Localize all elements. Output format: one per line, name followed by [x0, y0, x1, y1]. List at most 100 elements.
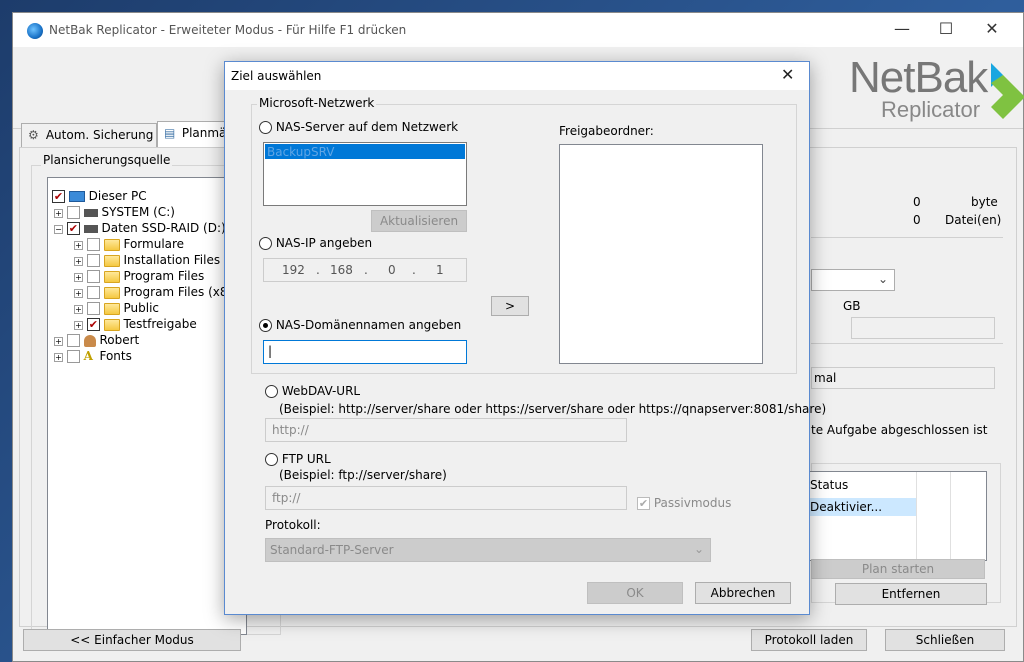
computer-icon [68, 191, 85, 202]
tree-item-testfreigabe[interactable]: + ✔ Testfreigabe [74, 316, 197, 332]
folder-icon [103, 238, 120, 251]
tree-item-program-files-x86[interactable]: + Program Files (x86 [74, 284, 235, 300]
expand-icon[interactable]: + [54, 209, 63, 218]
collapse-icon[interactable]: − [54, 225, 63, 234]
tree-item-program-files[interactable]: + Program Files [74, 268, 204, 284]
source-tree[interactable]: ✔ Dieser PC + SYSTEM (C:) − ✔ Daten SSD-… [47, 177, 247, 635]
simple-mode-button[interactable]: << Einfacher Modus [23, 629, 241, 651]
checkbox[interactable] [66, 334, 80, 347]
shared-folder-icon [103, 318, 120, 331]
expand-icon[interactable]: + [74, 289, 83, 298]
remove-button[interactable]: Entfernen [835, 583, 987, 605]
webdav-example: (Beispiel: http://server/share oder http… [279, 402, 827, 416]
protocol-dropdown[interactable]: Standard-FTP-Server ⌄ [265, 538, 711, 562]
tree-item-robert[interactable]: + Robert [54, 332, 139, 348]
checkbox[interactable]: ✔ [52, 190, 65, 203]
tab-auto-backup[interactable]: ⚙ Autom. Sicherung [21, 123, 157, 147]
radio-webdav[interactable]: WebDAV-URL [265, 384, 360, 398]
shared-folder-icon [103, 302, 120, 315]
minimize-icon[interactable]: — [879, 13, 925, 47]
expand-icon[interactable]: + [74, 273, 83, 282]
add-arrow-button[interactable]: > [491, 296, 529, 316]
share-folder-list[interactable] [559, 144, 763, 364]
tree-item-installation-files[interactable]: + Installation Files a [74, 252, 231, 268]
app-icon [27, 23, 43, 39]
calendar-icon: ▤ [164, 126, 176, 140]
load-log-button[interactable]: Protokoll laden [751, 629, 867, 651]
dialog-title-bar[interactable]: Ziel auswählen ✕ [225, 62, 809, 90]
user-icon [83, 334, 96, 347]
title-bar[interactable]: NetBak Replicator - Erweiteter Modus - F… [13, 13, 1023, 47]
radio-button[interactable] [259, 237, 272, 250]
checkbox[interactable] [86, 302, 100, 315]
expand-icon[interactable]: + [74, 257, 83, 266]
files-unit: Datei(en) [945, 213, 1002, 227]
checkbox[interactable]: ✔ [86, 318, 100, 331]
close-icon[interactable]: ✕ [781, 65, 794, 84]
table-row[interactable]: Deaktivier... [810, 498, 916, 516]
completion-text: te Aufgabe abgeschlossen ist [811, 423, 988, 437]
tree-item-system-c[interactable]: + SYSTEM (C:) [54, 204, 175, 220]
ip-address-field[interactable]: 192 . 168 . 0 . 1 [263, 258, 467, 282]
radio-button[interactable] [259, 121, 272, 134]
checkbox[interactable] [66, 206, 80, 219]
expand-icon[interactable]: + [74, 321, 83, 330]
ok-button[interactable]: OK [587, 582, 683, 604]
webdav-url-input[interactable]: http:// [265, 418, 627, 442]
select-destination-dialog: Ziel auswählen ✕ Microsoft-Netzwerk NAS-… [224, 61, 826, 615]
tree-item-this-pc[interactable]: ✔ Dieser PC [52, 188, 147, 204]
target-dropdown[interactable]: ⌄ [811, 269, 895, 291]
radio-nas-domain[interactable]: NAS-Domänennamen angeben [259, 318, 461, 332]
refresh-button[interactable]: Aktualisieren [371, 210, 467, 232]
list-item-selected[interactable]: BackupSRV [265, 144, 465, 159]
tree-item-public[interactable]: + Public [74, 300, 159, 316]
logo-replicator: Replicator [881, 97, 981, 122]
ftp-url-input[interactable]: ftp:// [265, 486, 627, 510]
mode-field[interactable]: mal [811, 367, 995, 389]
expand-icon[interactable]: + [74, 305, 83, 314]
close-icon[interactable]: ✕ [969, 13, 1015, 47]
source-group-label: Plansicherungsquelle [41, 153, 173, 167]
expand-icon[interactable]: + [54, 337, 63, 346]
checkbox[interactable]: ✔ [66, 222, 80, 235]
separator [811, 237, 1003, 238]
checkbox[interactable]: ✔ [637, 497, 650, 510]
size-unit: byte [971, 195, 998, 209]
font-icon: A [83, 349, 93, 363]
radio-button[interactable] [265, 385, 278, 398]
chevron-down-icon: ⌄ [877, 272, 888, 286]
close-button[interactable]: Schließen [885, 629, 1005, 651]
checkbox[interactable] [86, 286, 100, 299]
tree-item-formulare[interactable]: + Formulare [74, 236, 184, 252]
radio-button[interactable] [265, 453, 278, 466]
server-list[interactable]: BackupSRV [263, 142, 467, 206]
size-value: 0 [913, 195, 921, 209]
files-value: 0 [913, 213, 921, 227]
protocol-label: Protokoll: [265, 518, 321, 532]
plan-table[interactable]: Status Deaktivier... [809, 471, 987, 561]
domain-name-input[interactable]: | [263, 340, 467, 364]
start-plan-button[interactable]: Plan starten [811, 559, 985, 579]
gear-icon: ⚙ [28, 128, 39, 142]
cancel-button[interactable]: Abbrechen [695, 582, 791, 604]
tree-item-fonts[interactable]: + A Fonts [54, 348, 132, 364]
radio-nas-ip[interactable]: NAS-IP angeben [259, 236, 372, 250]
passive-mode-checkbox[interactable]: ✔ Passivmodus [637, 496, 731, 510]
radio-button[interactable] [259, 319, 272, 332]
radio-ftp[interactable]: FTP URL [265, 452, 331, 466]
checkbox[interactable] [86, 238, 100, 251]
maximize-icon[interactable]: ☐ [923, 13, 969, 47]
window-title: NetBak Replicator - Erweiteter Modus - F… [49, 23, 407, 37]
logo-mark-icon [991, 63, 1024, 119]
folder-icon [103, 286, 120, 299]
checkbox[interactable] [86, 254, 100, 267]
folder-icon [103, 270, 120, 283]
tree-item-data-d[interactable]: − ✔ Daten SSD-RAID (D:) [54, 220, 226, 236]
radio-nas-server[interactable]: NAS-Server auf dem Netzwerk [259, 120, 458, 134]
checkbox[interactable] [66, 350, 80, 363]
expand-icon[interactable]: + [54, 353, 63, 362]
expand-icon[interactable]: + [74, 241, 83, 250]
gb-field[interactable] [851, 317, 995, 339]
checkbox[interactable] [86, 270, 100, 283]
chevron-down-icon: ⌄ [693, 542, 704, 556]
